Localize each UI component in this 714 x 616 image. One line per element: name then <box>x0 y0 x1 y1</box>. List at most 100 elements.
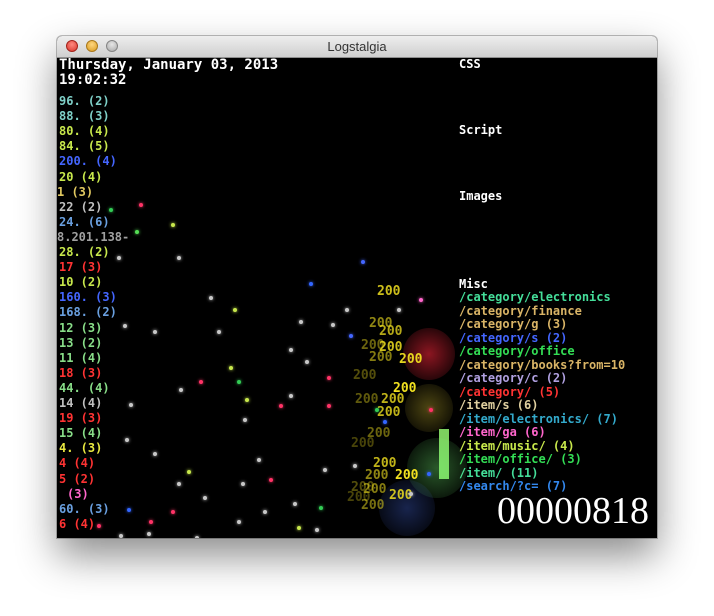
visualization-canvas: Thursday, January 03, 2013 19:02:32 CSS … <box>57 58 657 538</box>
host-label: 10 (2) <box>59 275 103 290</box>
request-dot <box>177 482 181 486</box>
request-dot <box>171 223 175 227</box>
host-label: 18 (3) <box>59 365 103 380</box>
path-label: /category/electronics <box>459 290 611 304</box>
request-dot <box>279 404 283 408</box>
host-label: 28. (2) <box>59 245 110 259</box>
window-title: Logstalgia <box>327 39 387 54</box>
path-label: /item/office/ (3) <box>459 452 582 466</box>
path-label: /item/music/ (4) <box>459 438 575 453</box>
host-label: 20 (4) <box>59 169 103 184</box>
response-code: 200 <box>355 392 379 407</box>
request-dot <box>149 520 153 524</box>
request-dot <box>293 502 297 506</box>
request-dot <box>97 524 101 528</box>
host-label: 5 (2) <box>59 471 96 486</box>
host-label: 60. (3) <box>59 501 110 516</box>
path-label: /category/g (3) <box>459 317 568 331</box>
request-dot <box>139 203 143 207</box>
title-bar[interactable]: Logstalgia <box>57 36 657 58</box>
response-code: 200 <box>361 498 385 513</box>
request-dot <box>177 256 181 260</box>
path-label: /category/office <box>459 344 575 358</box>
host-label: 4 (4) <box>59 456 96 471</box>
host-label: 17 (3) <box>59 260 103 275</box>
request-dot <box>327 404 331 408</box>
host-label: 15 (4) <box>59 426 103 441</box>
host-label: 12 (3) <box>59 320 103 335</box>
path-label: /item/electronics/ (7) <box>459 411 618 426</box>
date-label: Thursday, January 03, 2013 <box>59 58 279 73</box>
host-label: 88. (3) <box>59 109 110 124</box>
request-dot <box>109 208 113 212</box>
request-dot <box>289 348 293 352</box>
request-dot <box>427 472 431 476</box>
request-dot <box>147 532 151 536</box>
request-dot <box>123 324 127 328</box>
response-code: 200 <box>379 324 403 339</box>
request-dot <box>315 528 319 532</box>
category-misc: Misc <box>459 277 488 291</box>
request-dot <box>297 526 301 530</box>
request-dot <box>195 536 199 538</box>
response-code: 200 <box>395 468 419 483</box>
path-label: /item/ga (6) <box>459 425 546 439</box>
request-dot <box>209 296 213 300</box>
response-code: 200 <box>377 284 401 299</box>
request-dot <box>229 366 233 370</box>
host-label: 6 (4) <box>59 516 96 531</box>
request-dot <box>309 282 313 286</box>
category-css: CSS <box>459 58 481 71</box>
host-label: 44. (4) <box>59 380 110 395</box>
response-code: 200 <box>377 405 401 420</box>
request-dot <box>153 330 157 334</box>
host-label: 13 (2) <box>59 335 103 350</box>
host-label: 96. (2) <box>59 94 110 108</box>
response-code: 200 <box>399 352 423 367</box>
host-label: 168. (2) <box>59 305 117 320</box>
host-label: (3) <box>67 486 89 501</box>
host-label: 14 (4) <box>59 396 103 410</box>
request-dot <box>203 496 207 500</box>
category-images: Images <box>459 189 503 203</box>
host-label: 160. (3) <box>59 290 117 305</box>
request-dot <box>119 534 123 538</box>
host-label: 1 (3) <box>57 184 94 199</box>
request-dot <box>349 334 353 338</box>
path-label: /search/?c= (7) <box>459 479 568 493</box>
request-dot <box>241 482 245 486</box>
request-dot <box>117 256 121 260</box>
host-label: 80. (4) <box>59 124 110 139</box>
request-dot <box>345 308 349 312</box>
request-dot <box>323 468 327 472</box>
host-label: 19 (3) <box>59 411 103 426</box>
request-dot <box>129 403 133 407</box>
path-label: /item/s (6) <box>459 398 539 412</box>
host-label: 22 (2) <box>59 199 103 214</box>
path-label: /item/ (11) <box>459 465 539 480</box>
path-label: /category/c (2) <box>459 371 568 385</box>
request-dot <box>125 438 129 442</box>
response-code: 200 <box>351 436 375 451</box>
request-dot <box>187 470 191 474</box>
response-code: 200 <box>369 350 393 365</box>
request-dot <box>153 452 157 456</box>
request-dot <box>127 508 131 512</box>
request-dot <box>375 408 379 412</box>
request-dot <box>263 510 267 514</box>
request-dot <box>409 492 413 496</box>
path-label: /category/s (2) <box>459 330 568 345</box>
category-script: Script <box>459 123 503 137</box>
request-dot <box>237 380 241 384</box>
request-dot <box>331 323 335 327</box>
request-dot <box>361 260 365 264</box>
request-dot <box>289 394 293 398</box>
path-label: /category/finance <box>459 303 582 318</box>
request-dot <box>269 478 273 482</box>
path-label: /category/ (5) <box>459 384 561 399</box>
response-code: 200 <box>353 368 377 383</box>
host-label: 8.201.138- <box>57 229 130 244</box>
request-dot <box>179 388 183 392</box>
request-dot <box>353 464 357 468</box>
host-label: 4. (3) <box>59 441 103 456</box>
